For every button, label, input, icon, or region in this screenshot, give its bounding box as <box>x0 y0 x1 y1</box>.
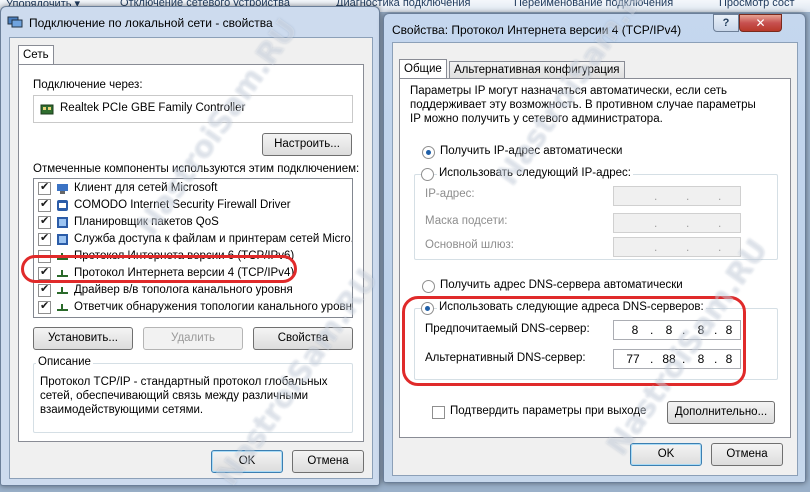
description-line-3: взаимодействующими сетями. <box>40 404 204 416</box>
view-status-command[interactable]: Просмотр сост <box>719 0 795 9</box>
ip-auto-radio[interactable] <box>422 146 435 159</box>
info-line-2: поддерживает эту возможность. В противно… <box>410 99 756 111</box>
cancel-button[interactable]: Отмена <box>292 450 364 473</box>
cancel-button[interactable]: Отмена <box>711 443 783 466</box>
components-list[interactable]: Клиент для сетей Microsoft COMODO Intern… <box>33 178 353 318</box>
network-adapter-icon <box>40 102 54 119</box>
tab-network[interactable]: Сеть <box>18 45 54 65</box>
ip-manual-group: Использовать следующий IP-адрес: IP-адре… <box>414 167 778 260</box>
validate-label: Подтвердить параметры при выходе <box>450 405 647 417</box>
install-button[interactable]: Установить... <box>33 327 133 350</box>
tab-general[interactable]: Общие <box>399 59 447 79</box>
title-bar: Подключение по локальной сети - свойства <box>1 7 379 35</box>
close-icon[interactable]: ✕ <box>739 14 782 32</box>
gateway-label: Основной шлюз: <box>425 239 514 251</box>
dns-auto-radio[interactable] <box>422 280 435 293</box>
component-checkbox[interactable] <box>38 180 51 195</box>
subnet-label: Маска подсети: <box>425 215 508 227</box>
ipv4-highlight <box>21 255 297 283</box>
file-sharing-icon <box>56 233 69 246</box>
protocol-icon <box>56 284 69 297</box>
validate-checkbox[interactable] <box>432 406 445 419</box>
ip-manual-radio[interactable] <box>421 168 434 181</box>
component-label: Ответчик обнаружения топологии канальног… <box>74 301 353 313</box>
gateway-field[interactable]: ... <box>613 237 741 257</box>
adapter-box: Realtek PCIe GBE Family Controller <box>33 95 353 123</box>
description-legend: Описание <box>36 356 93 368</box>
window-title: Свойства: Протокол Интернета версии 4 (T… <box>392 23 682 37</box>
component-label: Служба доступа к файлам и принтерам сете… <box>74 233 353 245</box>
dns-auto-label: Получить адрес DNS-сервера автоматически <box>440 279 683 291</box>
protocol-icon <box>56 301 69 314</box>
help-icon[interactable]: ? <box>713 14 739 32</box>
component-checkbox[interactable] <box>38 231 51 246</box>
lan-properties-window: Подключение по локальной сети - свойства… <box>0 6 380 486</box>
configure-button[interactable]: Настроить... <box>262 133 352 156</box>
firewall-driver-icon <box>56 199 69 212</box>
component-checkbox[interactable] <box>38 282 51 297</box>
component-checkbox[interactable] <box>38 197 51 212</box>
window-title: Подключение по локальной сети - свойства <box>29 16 273 30</box>
advanced-button[interactable]: Дополнительно... <box>667 401 775 424</box>
connect-via-label: Подключение через: <box>33 79 143 91</box>
qos-scheduler-icon <box>56 216 69 229</box>
remove-button[interactable]: Удалить <box>143 327 243 350</box>
ip-address-field[interactable]: ... <box>613 186 741 206</box>
component-checkbox[interactable] <box>38 214 51 229</box>
ip-address-label: IP-адрес: <box>425 188 475 200</box>
subnet-field[interactable]: ... <box>613 213 741 233</box>
network-icon <box>7 16 23 29</box>
network-client-icon <box>56 182 69 195</box>
ok-button[interactable]: OK <box>630 443 702 466</box>
component-checkbox[interactable] <box>38 299 51 314</box>
component-label: Драйвер в/в тополога канального уровня <box>74 284 293 296</box>
